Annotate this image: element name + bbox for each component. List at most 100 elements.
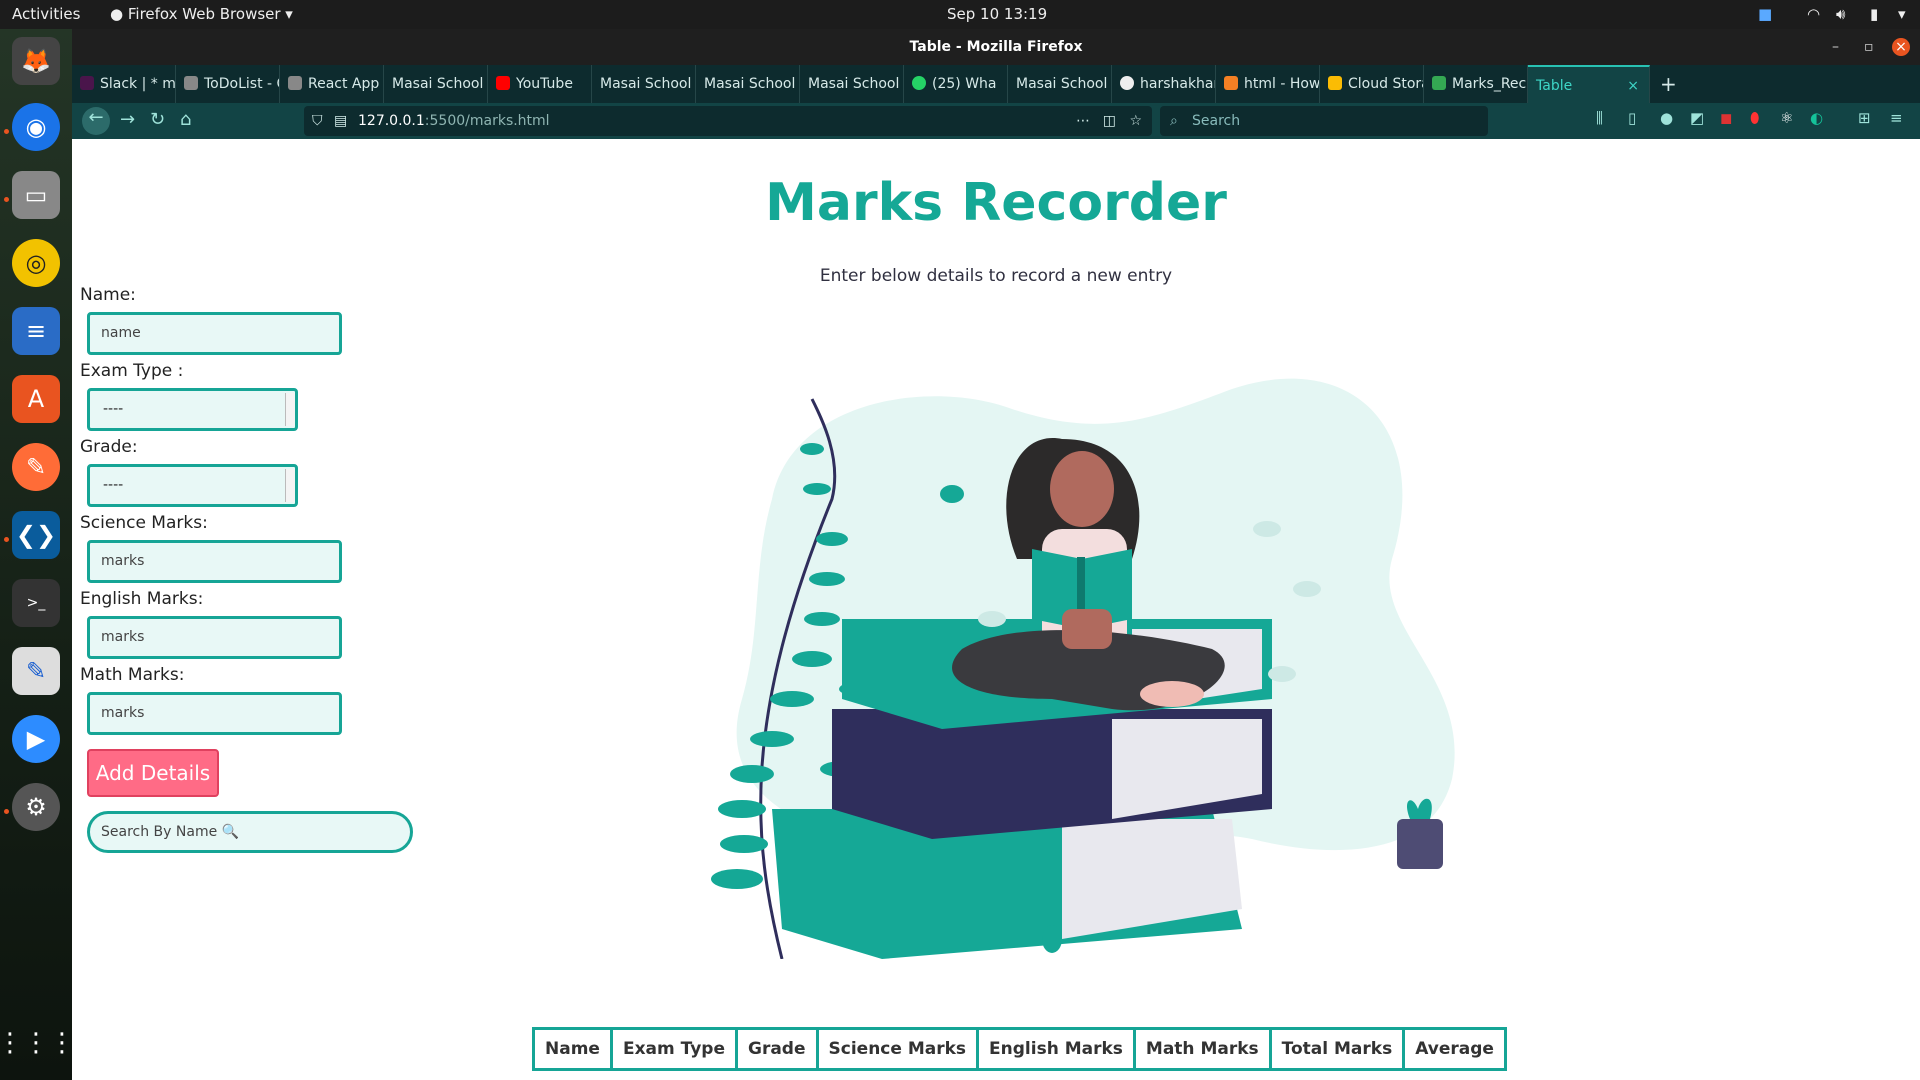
tab-item[interactable]: ToDoList - C <box>176 65 280 103</box>
stackoverflow-favicon-icon <box>1224 76 1238 90</box>
settings-dock-icon[interactable]: ⚙ <box>12 783 60 831</box>
github-favicon-icon <box>1120 76 1134 90</box>
column-header-total-marks: Total Marks <box>1268 1027 1406 1071</box>
whatsapp-favicon-icon <box>912 76 926 90</box>
column-header-exam-type: Exam Type <box>609 1027 739 1071</box>
tab-item[interactable]: React App <box>280 65 384 103</box>
search-icon: ⌕ <box>1170 113 1178 129</box>
extension-icon[interactable]: ◼ <box>1720 109 1732 127</box>
tab-item[interactable]: YouTube <box>488 65 592 103</box>
account-avatar-icon[interactable]: ● <box>1660 109 1673 127</box>
zoom-dock-icon[interactable]: ▶ <box>12 715 60 763</box>
activities-button[interactable]: Activities <box>12 5 80 23</box>
tab-item[interactable]: Cloud Stora <box>1320 65 1424 103</box>
reload-icon[interactable]: ↻ <box>150 109 165 130</box>
postman-dock-icon[interactable]: ✎ <box>12 443 60 491</box>
add-details-button[interactable]: Add Details <box>87 749 219 797</box>
firefox-small-icon: ● <box>110 5 124 23</box>
slack-favicon-icon <box>80 76 94 90</box>
tab-item[interactable]: Masai School <box>592 65 696 103</box>
tab-table-active[interactable]: Table × <box>1528 65 1650 103</box>
vscode-dock-icon[interactable]: ❮❯ <box>12 511 60 559</box>
sidebar-icon[interactable]: ▯ <box>1628 109 1636 127</box>
system-menu-chevron-icon[interactable]: ▾ <box>1898 5 1906 23</box>
science-marks-input[interactable]: marks <box>87 540 342 583</box>
minimize-icon[interactable]: – <box>1832 29 1839 65</box>
tab-item[interactable]: html - How <box>1216 65 1320 103</box>
woman-feet <box>1140 681 1204 707</box>
hamburger-menu-icon[interactable]: ≡ <box>1890 109 1903 127</box>
tab-item[interactable]: Masai School <box>800 65 904 103</box>
column-header-math-marks: Math Marks <box>1132 1027 1272 1071</box>
tab-item[interactable]: Marks_Reco <box>1424 65 1528 103</box>
floating-leaf <box>1253 521 1281 537</box>
extension-icon[interactable]: ⬮ <box>1750 109 1759 127</box>
tab-strip: Slack | * mo ToDoList - C React App Masa… <box>72 65 1920 103</box>
close-tab-icon[interactable]: × <box>1627 67 1639 103</box>
grade-label: Grade: <box>80 437 138 457</box>
text-editor-dock-icon[interactable]: ✎ <box>12 647 60 695</box>
page-subtitle: Enter below details to record a new entr… <box>819 266 1173 286</box>
grade-select[interactable]: ---- <box>87 464 298 507</box>
page-actions-icon[interactable]: ⋯ <box>1076 106 1090 136</box>
volume-icon[interactable]: 🔊︎ <box>1836 5 1845 23</box>
react-devtools-icon[interactable]: ⚛ <box>1780 109 1793 127</box>
pocket-icon[interactable]: ◫ <box>1103 106 1116 136</box>
firefox-dock-icon[interactable]: 🦊 <box>12 37 60 85</box>
floating-leaf <box>1293 581 1321 597</box>
name-input[interactable]: name <box>87 312 342 355</box>
terminal-dock-icon[interactable]: >_ <box>12 579 60 627</box>
maximize-icon[interactable]: ▫ <box>1864 29 1874 65</box>
page-info-icon[interactable]: ▤ <box>334 106 347 136</box>
address-bar[interactable]: ⛉ ▤ 127.0.0.1:5500/marks.html ⋯ ◫ ☆ <box>304 106 1152 136</box>
back-arrow-icon[interactable]: ← <box>82 107 110 135</box>
exam-type-select[interactable]: ---- <box>87 388 298 431</box>
window-titlebar: Table - Mozilla Firefox – ▫ × <box>72 29 1920 65</box>
column-header-name: Name <box>532 1027 613 1071</box>
files-dock-icon[interactable]: ▭ <box>12 171 60 219</box>
search-input[interactable]: ⌕ Search <box>1160 106 1488 136</box>
forward-arrow-icon[interactable]: → <box>120 109 135 130</box>
tab-item[interactable]: Masai School <box>384 65 488 103</box>
math-marks-input[interactable]: marks <box>87 692 342 735</box>
floating-leaf <box>940 485 964 503</box>
tab-item[interactable]: Slack | * mo <box>72 65 176 103</box>
marks-table: Name Exam Type Grade Science Marks Engli… <box>532 1027 1507 1071</box>
library-icon[interactable]: ⫼ <box>1596 109 1603 127</box>
woman-face <box>1050 451 1114 527</box>
rhythmbox-dock-icon[interactable]: ◎ <box>12 239 60 287</box>
show-apps-grid-icon[interactable]: ⋮⋮⋮ <box>0 1019 75 1067</box>
chrome-dock-icon[interactable]: ◉ <box>12 103 60 151</box>
firefox-app-menu[interactable]: ● Firefox Web Browser ▾ <box>110 5 293 23</box>
home-icon[interactable]: ⌂ <box>180 109 191 130</box>
search-by-name-input[interactable]: Search By Name 🔍 <box>87 811 413 853</box>
tab-item[interactable]: harshakhan <box>1112 65 1216 103</box>
tab-item[interactable]: Masai School <box>1008 65 1112 103</box>
tab-item[interactable]: Masai School <box>696 65 800 103</box>
floating-leaf <box>978 611 1006 627</box>
zoom-tray-icon[interactable]: ■ <box>1758 5 1772 23</box>
english-marks-input[interactable]: marks <box>87 616 342 659</box>
writer-dock-icon[interactable]: ≡ <box>12 307 60 355</box>
table-header-row: Name Exam Type Grade Science Marks Engli… <box>532 1027 1507 1071</box>
bookmark-star-icon[interactable]: ☆ <box>1129 106 1142 136</box>
software-dock-icon[interactable]: A <box>12 375 60 423</box>
todolist-favicon-icon <box>184 76 198 90</box>
drive-favicon-icon <box>1328 76 1342 90</box>
wifi-icon[interactable]: ◠ <box>1807 5 1820 23</box>
extensions-puzzle-icon[interactable]: ⊞ <box>1858 109 1871 127</box>
grammarly-icon[interactable]: ◐ <box>1810 109 1823 127</box>
ubuntu-dock: 🦊 ◉ ▭ ◎ ≡ A ✎ ❮❯ >_ ✎ ▶ ⚙ ⋮⋮⋮ <box>0 29 75 1080</box>
shield-icon[interactable]: ⛉ <box>312 106 323 136</box>
english-marks-label: English Marks: <box>80 589 204 609</box>
tab-item[interactable]: (25) Wha <box>904 65 1008 103</box>
system-top-bar: Activities ● Firefox Web Browser ▾ Sep 1… <box>0 0 1920 29</box>
clock[interactable]: Sep 10 13:19 <box>947 5 1047 23</box>
extension-icon[interactable]: ◩ <box>1690 109 1704 127</box>
new-tab-button[interactable]: + <box>1652 65 1682 103</box>
close-window-icon[interactable]: × <box>1892 38 1910 56</box>
running-indicator <box>4 809 9 814</box>
running-indicator <box>4 537 9 542</box>
battery-icon[interactable]: ▮ <box>1870 5 1878 23</box>
column-header-english-marks: English Marks <box>976 1027 1136 1071</box>
